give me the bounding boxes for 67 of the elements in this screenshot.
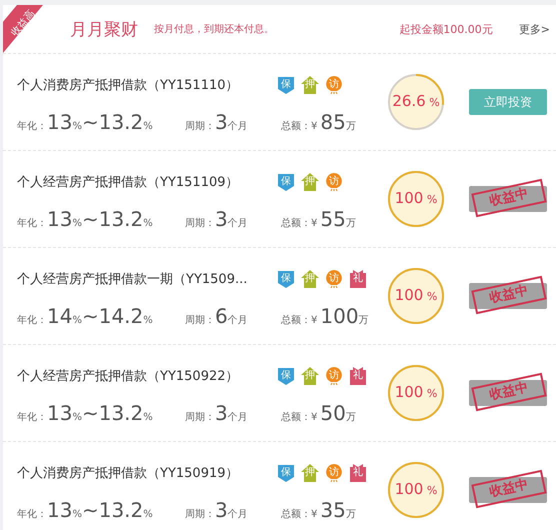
tag-label: 保 xyxy=(277,464,295,482)
tag-label: 押 xyxy=(301,464,319,482)
tag-label: 押 xyxy=(301,367,319,385)
term-label: 周期： xyxy=(185,218,215,229)
tag-label: 礼 xyxy=(349,270,367,288)
tag-label: 保 xyxy=(277,173,295,191)
total-value: ¥55万 xyxy=(311,211,356,230)
total-label: 总额： xyxy=(281,315,311,326)
progress-ring xyxy=(387,73,445,131)
tag-label: 押 xyxy=(301,173,319,191)
term-value: 3个月 xyxy=(215,502,248,521)
tag-label: 保 xyxy=(277,367,295,385)
total-value: ¥85万 xyxy=(311,114,356,133)
progress-value: 100 % xyxy=(394,188,438,207)
tag-label: 保 xyxy=(277,76,295,94)
progress-value: 26.6 % xyxy=(391,91,441,110)
term-label: 周期： xyxy=(185,412,215,423)
progress-ring xyxy=(387,170,445,228)
product-name: 个人经营房产抵押借款（YY151109） xyxy=(17,174,240,191)
term-value: 6个月 xyxy=(215,308,248,327)
progress-value: 100 % xyxy=(394,479,438,498)
tag-label: 访 xyxy=(325,270,343,288)
term-label: 周期： xyxy=(185,509,215,520)
rate-label: 年化： xyxy=(17,412,47,423)
total-value: ¥100万 xyxy=(311,308,369,327)
progress-ring xyxy=(387,364,445,422)
term-value: 3个月 xyxy=(215,211,248,230)
section-title: 月月聚财 xyxy=(70,18,138,40)
rate-value: 14%~14.2% xyxy=(47,308,153,327)
total-label: 总额： xyxy=(281,412,311,423)
total-value: ¥35万 xyxy=(311,502,356,521)
product-name: 个人经营房产抵押借款一期（YY1509... xyxy=(17,271,248,288)
tag-label: 礼 xyxy=(349,367,367,385)
tag-label: 押 xyxy=(301,76,319,94)
product-name: 个人消费房产抵押借款（YY151110） xyxy=(17,77,240,94)
term-label: 周期： xyxy=(185,121,215,132)
term-value: 3个月 xyxy=(215,405,248,424)
total-label: 总额： xyxy=(281,218,311,229)
total-label: 总额： xyxy=(281,121,311,132)
tag-label: 押 xyxy=(301,270,319,288)
rate-value: 13%~13.2% xyxy=(47,502,153,521)
rate-label: 年化： xyxy=(17,218,47,229)
rate-value: 13%~13.2% xyxy=(47,114,153,133)
tag-label: 礼 xyxy=(349,464,367,482)
rate-label: 年化： xyxy=(17,315,47,326)
progress-value: 100 % xyxy=(394,285,438,304)
rate-value: 13%~13.2% xyxy=(47,211,153,230)
min-invest-text: 起投金额100.00元 xyxy=(399,22,493,36)
section-subtitle: 按月付息，到期还本付息。 xyxy=(154,22,274,36)
more-link[interactable]: 更多> xyxy=(518,22,550,36)
progress-ring xyxy=(387,461,445,519)
rate-value: 13%~13.2% xyxy=(47,405,153,424)
product-name: 个人消费房产抵押借款（YY150919） xyxy=(17,465,240,482)
tag-label: 访 xyxy=(325,173,343,191)
progress-value: 100 % xyxy=(394,382,438,401)
product-name: 个人经营房产抵押借款（YY150922） xyxy=(17,368,240,385)
progress-ring xyxy=(387,267,445,325)
term-label: 周期： xyxy=(185,315,215,326)
tag-label: 访 xyxy=(325,76,343,94)
rate-label: 年化： xyxy=(17,509,47,520)
total-value: ¥50万 xyxy=(311,405,356,424)
tag-label: 保 xyxy=(277,270,295,288)
tag-label: 访 xyxy=(325,367,343,385)
term-value: 3个月 xyxy=(215,114,248,133)
rate-label: 年化： xyxy=(17,121,47,132)
tag-label: 访 xyxy=(325,464,343,482)
total-label: 总额： xyxy=(281,509,311,520)
